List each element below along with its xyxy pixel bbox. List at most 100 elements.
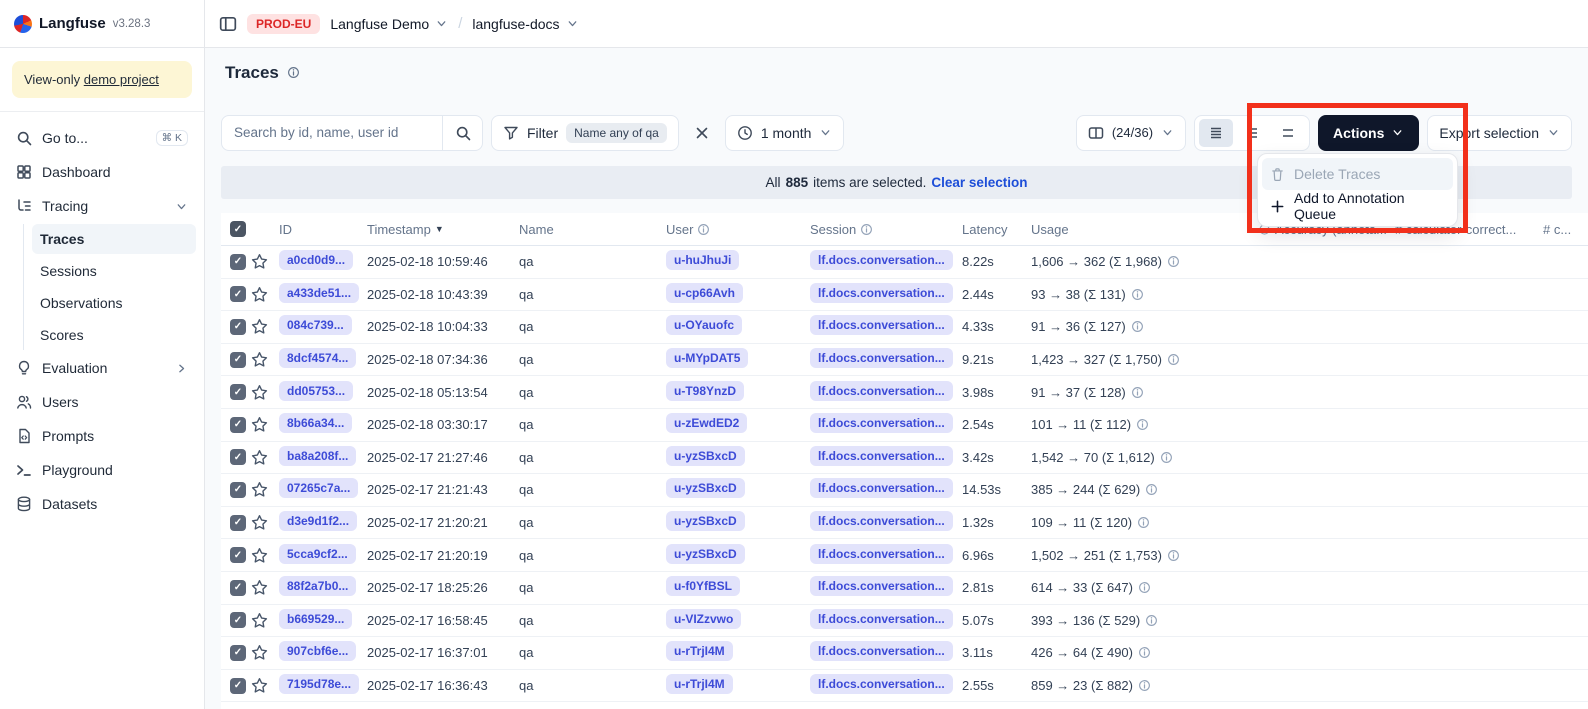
session-badge[interactable]: lf.docs.conversation... [810,381,953,401]
trace-id-badge[interactable]: 88f2a7b0... [279,576,356,596]
session-badge[interactable]: lf.docs.conversation... [810,413,953,433]
star-icon[interactable] [251,612,268,629]
info-icon[interactable] [1137,516,1150,529]
row-checkbox[interactable] [230,449,246,465]
session-badge[interactable]: lf.docs.conversation... [810,315,953,335]
session-badge[interactable]: lf.docs.conversation... [810,511,953,531]
star-icon[interactable] [251,286,268,303]
sidebar-item-datasets[interactable]: Datasets [8,488,196,520]
sidebar-item-traces[interactable]: Traces [32,224,196,254]
column-header-latency[interactable]: Latency [962,222,1031,237]
user-badge[interactable]: u-rTrjI4M [666,641,733,661]
row-checkbox[interactable] [230,286,246,302]
star-icon[interactable] [251,449,268,466]
session-badge[interactable]: lf.docs.conversation... [810,348,953,368]
user-badge[interactable]: u-VIZzvwo [666,609,741,629]
info-icon[interactable] [1138,646,1151,659]
user-badge[interactable]: u-yzSBxcD [666,511,745,531]
star-icon[interactable] [251,547,268,564]
search-submit-button[interactable] [442,116,482,150]
session-badge[interactable]: lf.docs.conversation... [810,576,953,596]
session-badge[interactable]: lf.docs.conversation... [810,544,953,564]
user-badge[interactable]: u-yzSBxcD [666,478,745,498]
trace-id-badge[interactable]: 5cca9cf2... [279,544,356,564]
search-input[interactable] [222,116,442,150]
row-height-medium-button[interactable] [1235,119,1269,147]
column-header-score-extra[interactable]: # c... [1543,222,1588,237]
row-checkbox[interactable] [230,254,246,270]
row-height-small-button[interactable] [1199,119,1233,147]
user-badge[interactable]: u-T98YnzD [666,381,744,401]
session-badge[interactable]: lf.docs.conversation... [810,283,953,303]
row-checkbox[interactable] [230,515,246,531]
row-checkbox[interactable] [230,319,246,335]
row-checkbox[interactable] [230,547,246,563]
trace-id-badge[interactable]: b669529... [279,609,352,629]
info-icon[interactable] [1167,255,1180,268]
row-checkbox[interactable] [230,482,246,498]
sidebar-item-dashboard[interactable]: Dashboard [8,156,196,188]
session-badge[interactable]: lf.docs.conversation... [810,674,953,694]
user-badge[interactable]: u-rTrjI4M [666,674,733,694]
info-icon[interactable] [1145,614,1158,627]
star-icon[interactable] [251,481,268,498]
trace-id-badge[interactable]: dd05753... [279,381,353,401]
star-icon[interactable] [251,416,268,433]
star-icon[interactable] [251,579,268,596]
info-icon[interactable] [1131,320,1144,333]
column-header-user[interactable]: User [666,222,810,237]
sidebar-toggle-icon[interactable] [219,15,237,33]
sidebar-item-evaluation[interactable]: Evaluation [8,352,196,384]
info-icon[interactable] [1138,679,1151,692]
star-icon[interactable] [251,253,268,270]
project-switcher[interactable]: langfuse-docs [472,16,578,32]
star-icon[interactable] [251,677,268,694]
info-icon[interactable] [1167,353,1180,366]
session-badge[interactable]: lf.docs.conversation... [810,478,953,498]
user-badge[interactable]: u-zEwdED2 [666,413,747,433]
user-badge[interactable]: u-huJhuJi [666,250,739,270]
column-header-session[interactable]: Session [810,222,962,237]
user-badge[interactable]: u-yzSBxcD [666,446,745,466]
sidebar-item-playground[interactable]: Playground [8,454,196,486]
sidebar-item-prompts[interactable]: Prompts [8,420,196,452]
info-icon[interactable] [1167,549,1180,562]
info-icon[interactable] [1136,418,1149,431]
user-badge[interactable]: u-yzSBxcD [666,544,745,564]
time-range-button[interactable]: 1 month [725,115,845,151]
row-checkbox[interactable] [230,384,246,400]
row-height-large-button[interactable] [1271,119,1305,147]
session-badge[interactable]: lf.docs.conversation... [810,641,953,661]
column-header-timestamp[interactable]: Timestamp ▼ [367,222,519,237]
user-badge[interactable]: u-cp66Avh [666,283,743,303]
sidebar-item-sessions[interactable]: Sessions [32,256,196,286]
star-icon[interactable] [251,318,268,335]
export-selection-button[interactable]: Export selection [1427,115,1572,151]
trace-id-badge[interactable]: 8dcf4574... [279,348,356,368]
column-header-name[interactable]: Name [519,222,666,237]
trace-id-badge[interactable]: 7195d78e... [279,674,359,694]
row-checkbox[interactable] [230,678,246,694]
star-icon[interactable] [251,384,268,401]
sidebar-item-observations[interactable]: Observations [32,288,196,318]
sidebar-item-tracing[interactable]: Tracing [8,190,196,222]
user-badge[interactable]: u-MYpDAT5 [666,348,748,368]
column-header-id[interactable]: ID [279,222,367,237]
trace-id-badge[interactable]: 07265c7a... [279,478,358,498]
star-icon[interactable] [251,644,268,661]
trace-id-badge[interactable]: a0cd0d9... [279,250,353,270]
row-checkbox[interactable] [230,645,246,661]
filter-button[interactable]: Filter Name any of qa [491,115,679,151]
trace-id-badge[interactable]: 8b66a34... [279,413,352,433]
session-badge[interactable]: lf.docs.conversation... [810,446,953,466]
menu-item-delete-traces[interactable]: Delete Traces [1262,158,1453,190]
columns-button[interactable]: (24/36) [1076,115,1186,151]
menu-item-add-to-annotation-queue[interactable]: Add to Annotation Queue [1262,190,1453,222]
sidebar-item-users[interactable]: Users [8,386,196,418]
trace-id-badge[interactable]: a433de51... [279,283,359,303]
trace-id-badge[interactable]: ba8a208f... [279,446,356,466]
row-checkbox[interactable] [230,580,246,596]
clear-selection-link[interactable]: Clear selection [931,175,1027,190]
user-badge[interactable]: u-f0YfBSL [666,576,740,596]
sidebar-item-scores[interactable]: Scores [32,320,196,350]
